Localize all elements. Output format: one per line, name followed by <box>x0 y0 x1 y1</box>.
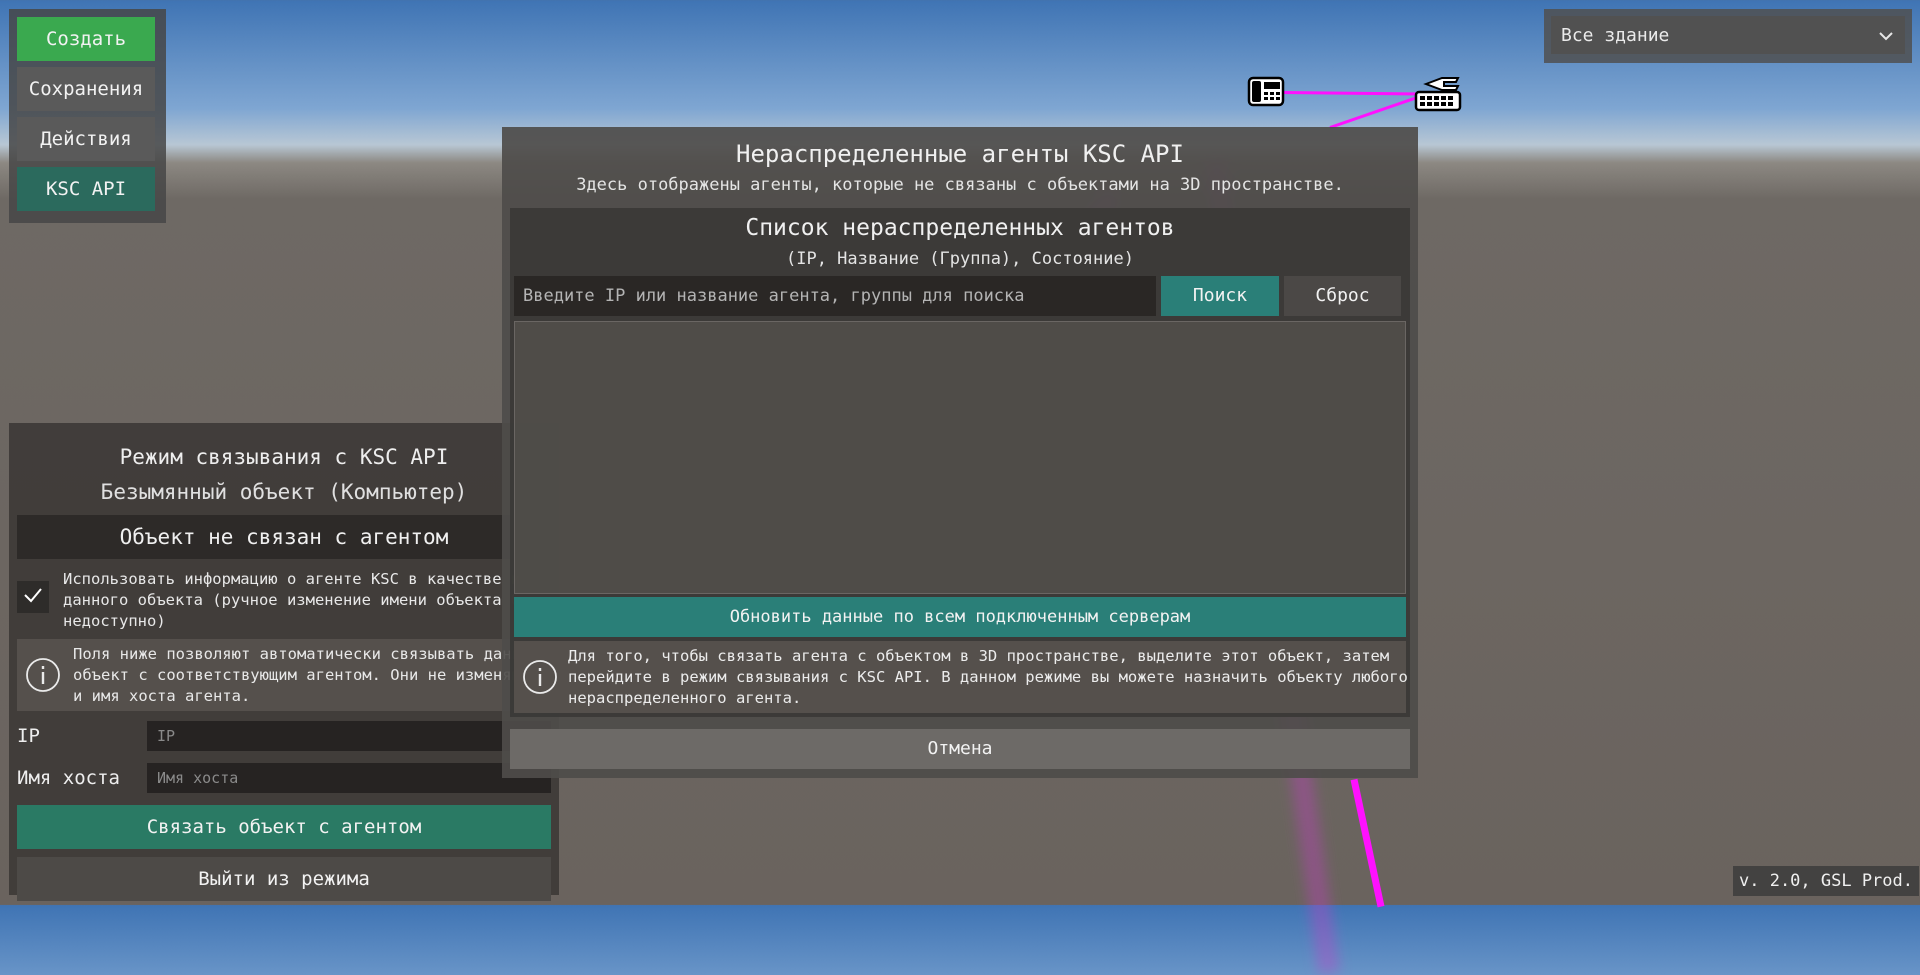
hostname-input[interactable] <box>147 763 551 793</box>
agents-list-panel: Список нераспределенных агентов (IP, Наз… <box>510 208 1410 717</box>
checkmark-icon <box>23 587 43 607</box>
use-agent-info-label: Использовать информацию о агенте KSC в к… <box>63 570 520 630</box>
scope-dropdown[interactable]: Все здание <box>1551 16 1905 54</box>
unassigned-agents-dialog: Нераспределенные агенты KSC API Здесь от… <box>502 127 1418 778</box>
hostname-label: Имя хоста <box>17 767 120 789</box>
agent-search-input[interactable] <box>514 276 1156 316</box>
exit-mode-button[interactable]: Выйти из режима <box>17 857 551 901</box>
ip-row: IP <box>17 719 551 753</box>
agents-list-columns: (IP, Название (Группа), Состояние) <box>786 249 1134 269</box>
saves-button[interactable]: Сохранения <box>17 67 155 111</box>
switch-object-icon[interactable] <box>1412 74 1464 114</box>
main-menu: Создать Сохранения Действия KSC API <box>9 9 166 223</box>
use-agent-info-checkbox[interactable] <box>17 581 49 613</box>
link-object-button[interactable]: Связать объект с агентом <box>17 805 551 849</box>
reset-button[interactable]: Сброс <box>1284 276 1401 316</box>
chevron-down-icon <box>1879 25 1893 46</box>
version-label: v. 2.0, GSL Prod. <box>1733 866 1919 896</box>
dialog-info-text: Для того, чтобы связать агента с объекто… <box>568 646 1408 707</box>
connection-line <box>1329 93 1426 129</box>
agents-results-list[interactable] <box>514 321 1406 594</box>
actions-button[interactable]: Действия <box>17 117 155 161</box>
agents-list-title: Список нераспределенных агентов <box>745 215 1175 241</box>
fields-info-text: Поля ниже позволяют автоматически связыв… <box>73 644 521 705</box>
dialog-subtitle: Здесь отображены агенты, которые не связ… <box>576 175 1344 195</box>
cancel-button[interactable]: Отмена <box>510 729 1410 769</box>
ip-label: IP <box>17 725 40 747</box>
link-status: Объект не связан с агентом <box>17 515 551 559</box>
use-agent-info-option: Использовать информацию о агенте KSC в к… <box>17 569 551 635</box>
info-icon <box>25 657 61 693</box>
dialog-title: Нераспределенные агенты KSC API <box>736 140 1184 168</box>
search-row: Поиск Сброс <box>514 276 1406 316</box>
refresh-servers-button[interactable]: Обновить данные по всем подключенным сер… <box>514 597 1406 637</box>
info-icon <box>522 659 558 695</box>
dialog-info-box: Для того, чтобы связать агента с объекто… <box>514 641 1408 713</box>
connection-line <box>1350 778 1385 908</box>
phone-object-icon[interactable] <box>1247 75 1287 109</box>
create-button[interactable]: Создать <box>17 17 155 61</box>
binding-panel-title: Режим связывания с KSC API <box>119 445 449 469</box>
scope-panel: Все здание <box>1544 9 1912 63</box>
connection-line <box>1281 91 1423 96</box>
fields-info-box: Поля ниже позволяют автоматически связыв… <box>17 639 551 711</box>
ip-input[interactable] <box>147 721 551 751</box>
scope-dropdown-value: Все здание <box>1561 24 1670 46</box>
selected-object-name: Безымянный объект (Компьютер) <box>100 480 468 504</box>
ksc-api-button[interactable]: KSC API <box>17 167 155 211</box>
search-button[interactable]: Поиск <box>1161 276 1279 316</box>
binding-panel: Режим связывания с KSC API Безымянный об… <box>9 423 559 901</box>
hostname-row: Имя хоста <box>17 761 551 795</box>
